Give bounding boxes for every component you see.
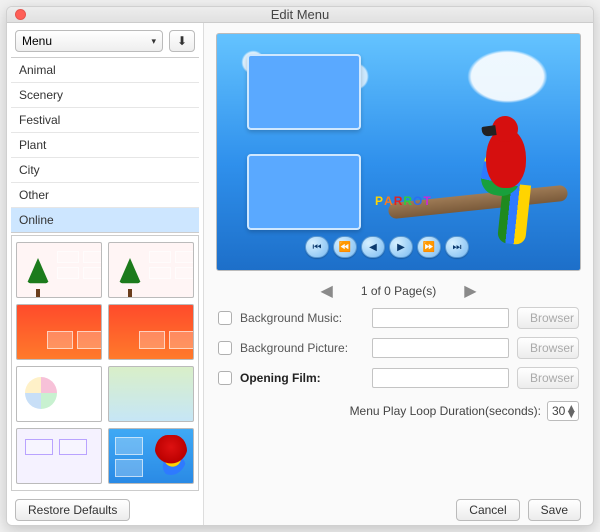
template-thumb-0[interactable] xyxy=(16,242,102,298)
loop-duration-value: 30 xyxy=(552,404,565,418)
bg-music-field[interactable] xyxy=(372,308,509,328)
menu-dropdown-label: Menu xyxy=(22,34,52,48)
category-item-city[interactable]: City xyxy=(11,158,199,183)
restore-defaults-button[interactable]: Restore Defaults xyxy=(15,499,130,521)
options-form: Background Music: Browser Background Pic… xyxy=(216,307,581,421)
template-thumb-6[interactable] xyxy=(16,428,102,484)
stepper-arrows-icon: ▲▼ xyxy=(565,405,577,417)
transport-fast-forward-icon[interactable]: ⏩ xyxy=(417,236,441,258)
bg-music-browser-button[interactable]: Browser xyxy=(517,307,579,329)
bg-picture-browser-button[interactable]: Browser xyxy=(517,337,579,359)
category-item-online[interactable]: Online xyxy=(11,208,199,232)
bg-picture-checkbox[interactable] xyxy=(218,341,232,355)
transport-skip-end-icon[interactable]: ⏭ xyxy=(445,236,469,258)
category-item-animal[interactable]: Animal xyxy=(11,58,199,83)
close-window-dot[interactable] xyxy=(15,9,26,20)
save-button[interactable]: Save xyxy=(528,499,581,521)
transport-play-forward-icon[interactable]: ▶ xyxy=(389,236,413,258)
menu-dropdown[interactable]: Menu ▾ xyxy=(15,30,163,52)
video-slot-1[interactable] xyxy=(247,54,361,130)
template-thumbnail-grid xyxy=(11,235,199,491)
prev-page-button[interactable]: ◀ xyxy=(321,281,333,301)
bg-music-row: Background Music: Browser xyxy=(218,307,579,329)
template-thumb-3[interactable] xyxy=(108,304,194,360)
next-page-button[interactable]: ▶ xyxy=(464,281,476,301)
transport-play-back-icon[interactable]: ◀ xyxy=(361,236,385,258)
left-panel: Menu ▾ ⬇ AnimalSceneryFestivalPlantCityO… xyxy=(7,23,204,526)
category-list: AnimalSceneryFestivalPlantCityOtherOnlin… xyxy=(11,57,199,233)
transport-controls: ⏮⏪◀▶⏩⏭ xyxy=(305,236,469,258)
bg-picture-row: Background Picture: Browser xyxy=(218,337,579,359)
loop-duration-stepper[interactable]: 30 ▲▼ xyxy=(547,401,579,421)
category-item-scenery[interactable]: Scenery xyxy=(11,83,199,108)
template-thumb-4[interactable] xyxy=(16,366,102,422)
bg-music-checkbox[interactable] xyxy=(218,311,232,325)
opening-film-browser-button[interactable]: Browser xyxy=(517,367,579,389)
download-icon: ⬇ xyxy=(177,34,187,48)
cancel-button[interactable]: Cancel xyxy=(456,499,519,521)
opening-film-row: Opening Film: Browser xyxy=(218,367,579,389)
template-thumb-1[interactable] xyxy=(108,242,194,298)
opening-film-field[interactable] xyxy=(372,368,509,388)
parrot-wordmark: PARROT xyxy=(375,192,432,208)
right-footer: Cancel Save xyxy=(216,489,581,521)
loop-duration-label: Menu Play Loop Duration(seconds): xyxy=(350,404,541,418)
loop-duration-row: Menu Play Loop Duration(seconds): 30 ▲▼ xyxy=(218,397,579,421)
preview-frame: PARROT ⏮⏪◀▶⏩⏭ xyxy=(216,33,581,271)
left-footer: Restore Defaults xyxy=(7,491,203,526)
download-templates-button[interactable]: ⬇ xyxy=(169,30,195,52)
category-item-other[interactable]: Other xyxy=(11,183,199,208)
bg-music-label: Background Music: xyxy=(240,311,364,325)
template-thumb-7[interactable] xyxy=(108,428,194,484)
opening-film-checkbox[interactable] xyxy=(218,371,232,385)
template-thumb-5[interactable] xyxy=(108,366,194,422)
parrot-art xyxy=(458,110,548,240)
page-navigator: ◀ 1 of 0 Page(s) ▶ xyxy=(216,271,581,307)
category-item-plant[interactable]: Plant xyxy=(11,133,199,158)
chevron-down-icon: ▾ xyxy=(151,36,156,47)
category-item-festival[interactable]: Festival xyxy=(11,108,199,133)
transport-rewind-icon[interactable]: ⏪ xyxy=(333,236,357,258)
content-area: Menu ▾ ⬇ AnimalSceneryFestivalPlantCityO… xyxy=(7,23,593,526)
left-top-row: Menu ▾ ⬇ xyxy=(7,23,203,57)
bg-picture-field[interactable] xyxy=(372,338,509,358)
menu-preview[interactable]: PARROT ⏮⏪◀▶⏩⏭ xyxy=(217,34,580,270)
titlebar: Edit Menu xyxy=(7,7,593,23)
page-indicator: 1 of 0 Page(s) xyxy=(361,284,436,298)
opening-film-label: Opening Film: xyxy=(240,371,364,385)
template-thumb-2[interactable] xyxy=(16,304,102,360)
video-slot-2[interactable] xyxy=(247,154,361,230)
window-traffic-lights xyxy=(15,9,26,20)
window-title: Edit Menu xyxy=(7,7,593,22)
edit-menu-window: Edit Menu Menu ▾ ⬇ AnimalSceneryFestival… xyxy=(6,6,594,526)
right-panel: PARROT ⏮⏪◀▶⏩⏭ ◀ 1 of 0 Page(s) ▶ Backgro… xyxy=(204,23,593,526)
bg-picture-label: Background Picture: xyxy=(240,341,364,355)
transport-skip-start-icon[interactable]: ⏮ xyxy=(305,236,329,258)
